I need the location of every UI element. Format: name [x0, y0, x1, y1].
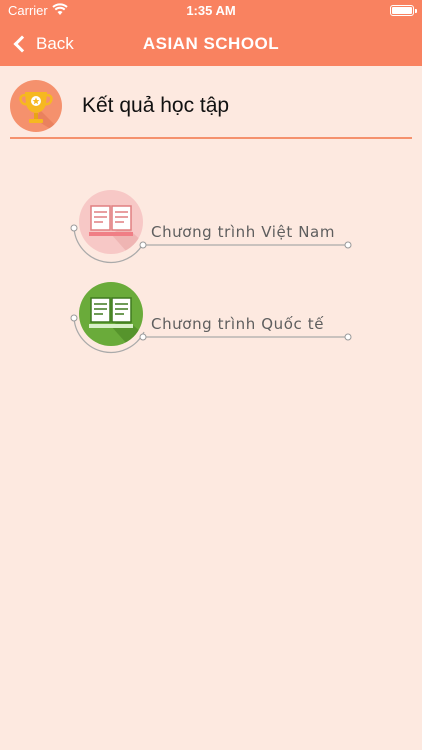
trophy-icon [10, 80, 62, 132]
program-international-label: Chương trình Quốc tế [151, 315, 325, 333]
page-title: ASIAN SCHOOL [142, 34, 280, 53]
section-header: Kết quả học tập [10, 80, 412, 140]
open-book-icon [79, 190, 143, 254]
status-bar: Carrier 1:35 AM [0, 0, 422, 22]
section-title: Kết quả học tập [82, 94, 230, 117]
battery-icon [390, 5, 417, 16]
status-time: 1:35 AM [186, 3, 236, 18]
book-icon [79, 282, 143, 346]
navigation-bar: Back ASIAN SCHOOL [0, 22, 422, 66]
program-vietnam-label: Chương trình Việt Nam [151, 223, 336, 241]
program-international-item[interactable]: Chương trình Quốc tế [68, 282, 358, 362]
divider [10, 137, 412, 139]
header-bar: Carrier 1:35 AM Back ASIAN SCHOOL [0, 0, 422, 66]
program-vietnam-item[interactable]: Chương trình Việt Nam [68, 190, 358, 270]
